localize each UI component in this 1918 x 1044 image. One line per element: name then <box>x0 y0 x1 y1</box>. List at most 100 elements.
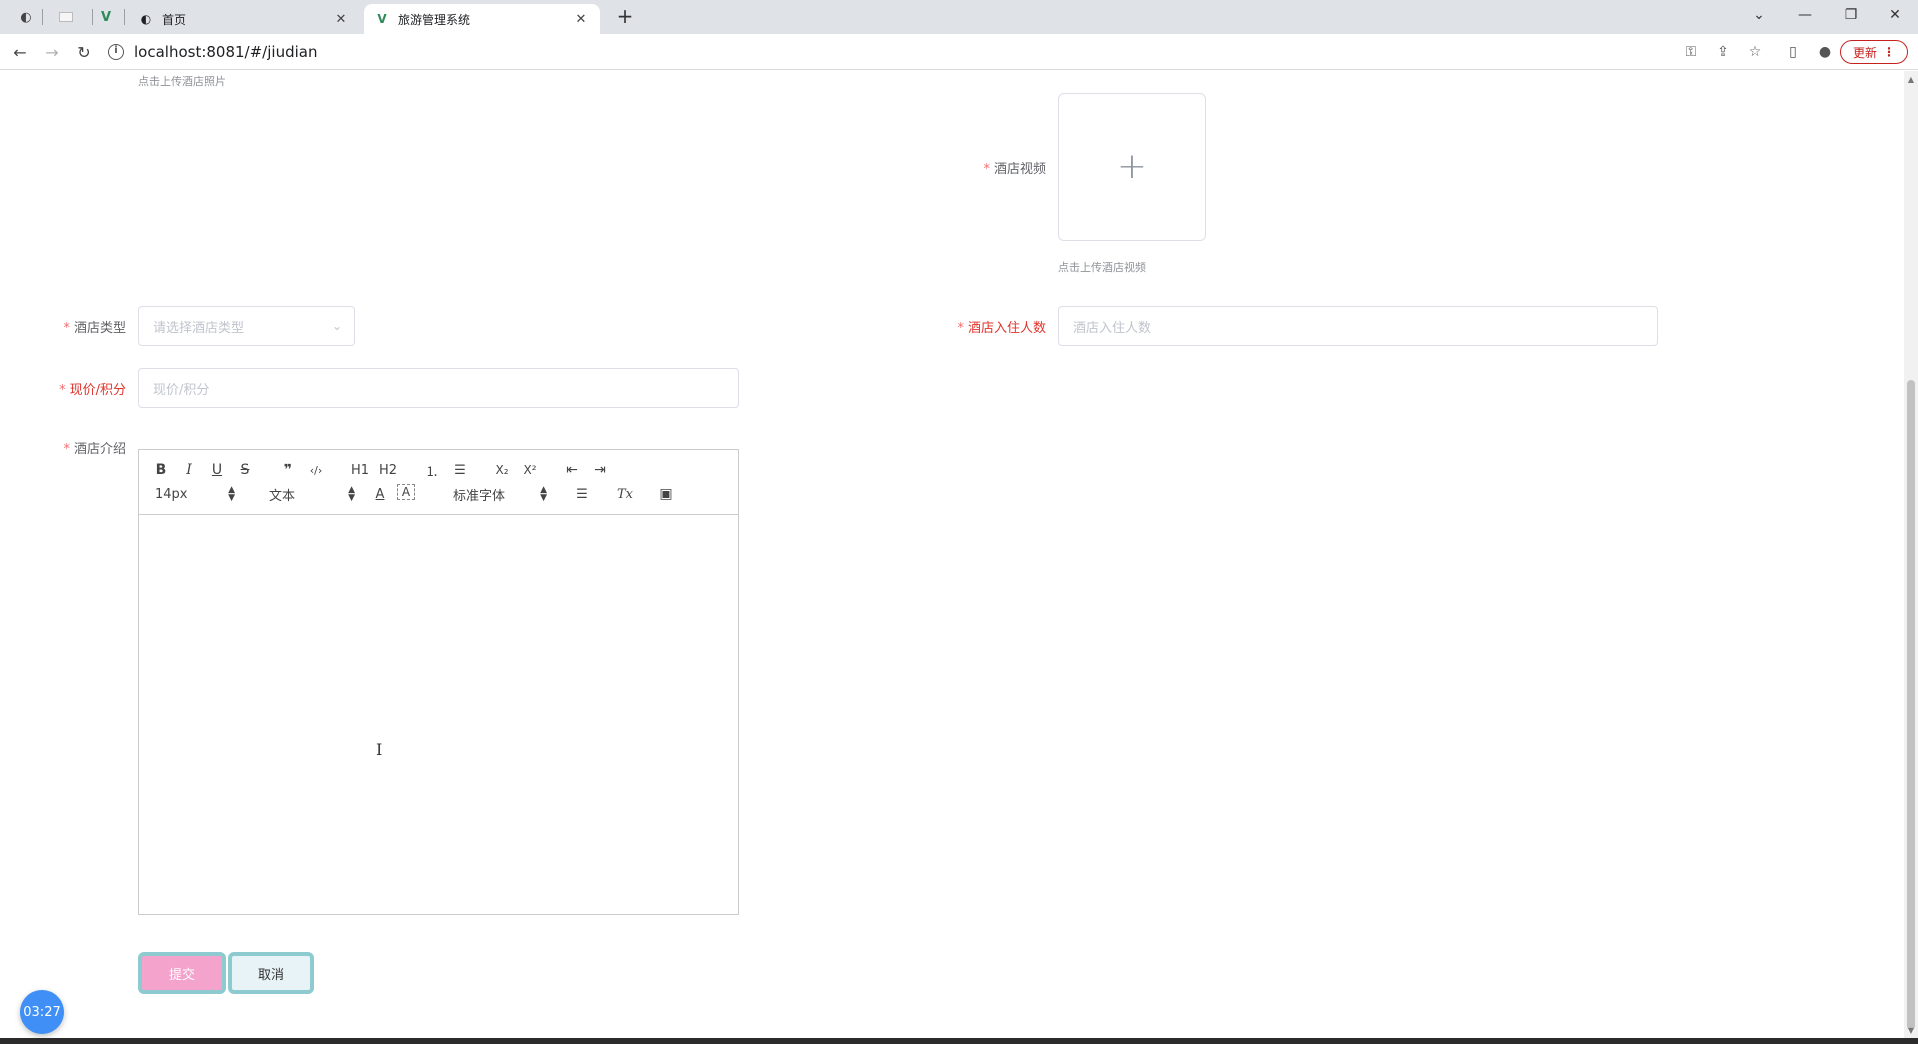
font-picker[interactable]: 标准字体 ▲ ▼ <box>453 484 547 504</box>
image-button[interactable]: ▣ <box>657 484 675 504</box>
font-picker-value: 标准字体 <box>453 488 506 504</box>
size-picker-value: 14px <box>155 486 188 502</box>
close-icon[interactable]: ✕ <box>572 10 590 28</box>
info-icon[interactable]: i <box>108 44 124 60</box>
more-icon: ⋮ <box>1883 45 1895 59</box>
new-tab-button[interactable]: + <box>612 6 638 28</box>
pinned-tab-blank[interactable] <box>52 6 80 28</box>
align-button[interactable]: ☰ <box>573 484 591 504</box>
close-window-button[interactable]: ✕ <box>1872 0 1918 30</box>
reload-button[interactable]: ↻ <box>72 40 96 64</box>
text-color-button[interactable]: A <box>371 484 389 504</box>
scroll-up-icon[interactable]: ▲ <box>1907 75 1915 84</box>
required-mark: * <box>59 383 66 398</box>
pinned-tab-globe[interactable]: ◐ <box>12 6 40 28</box>
price-label-text: 现价/积分 <box>69 383 126 398</box>
editor-toolbar: B I U S ❞ ‹/› H1 H2 ⒈ ☰ X₂ X² ⇤ ⇥ 14px ▲… <box>139 450 738 515</box>
scroll-down-icon[interactable]: ▼ <box>1907 1026 1915 1035</box>
taskbar-strip <box>0 1038 1918 1044</box>
background-color-button[interactable]: A <box>397 484 415 500</box>
scroll-thumb[interactable] <box>1907 380 1915 1030</box>
restore-button[interactable]: ❐ <box>1828 0 1874 30</box>
bold-button[interactable]: B <box>153 460 169 480</box>
timer-value: 03:27 <box>23 1004 61 1020</box>
price-label: * 现价/积分 <box>30 379 126 398</box>
capacity-input[interactable]: 酒店入住人数 <box>1058 306 1658 346</box>
update-label: 更新 <box>1852 45 1877 60</box>
pinned-tab-vue[interactable]: V <box>92 6 120 28</box>
header-1-button[interactable]: H1 <box>349 460 371 480</box>
tab-separator <box>42 9 43 25</box>
clean-format-button[interactable]: Tx <box>615 484 635 504</box>
timer-badge[interactable]: 03:27 <box>20 990 64 1034</box>
page-scrollbar[interactable]: ▲ ▼ <box>1904 71 1918 1038</box>
chevron-down-icon: ⌄ <box>331 319 342 333</box>
code-block-button[interactable]: ‹/› <box>305 460 327 480</box>
blockquote-button[interactable]: ❞ <box>279 460 297 480</box>
submit-button[interactable]: 提交 <box>138 952 226 994</box>
forward-button[interactable]: → <box>40 40 64 64</box>
blank-page-icon <box>59 12 73 22</box>
header-2-button[interactable]: H2 <box>377 460 399 480</box>
tab-search-chevron-icon[interactable]: ⌄ <box>1736 0 1782 30</box>
outdent-button[interactable]: ⇤ <box>563 460 581 480</box>
required-mark: * <box>63 442 70 457</box>
type-label: * 酒店类型 <box>30 317 126 336</box>
side-panel-icon[interactable]: ▯ <box>1782 41 1804 63</box>
header-picker[interactable]: 文本 ▲ ▼ <box>269 484 355 504</box>
rich-text-editor: B I U S ❞ ‹/› H1 H2 ⒈ ☰ X₂ X² ⇤ ⇥ 14px ▲… <box>138 449 739 915</box>
tab-bar: ◐ V ◐ 首页 ✕ V 旅游管理系统 ✕ + ⌄ — ❐ ✕ <box>0 0 1918 34</box>
back-button[interactable]: ← <box>8 40 32 64</box>
text-cursor-icon: I <box>376 740 383 759</box>
editor-content-area[interactable] <box>139 516 738 914</box>
capacity-label-text: 酒店入住人数 <box>967 321 1046 336</box>
bookmark-star-icon[interactable]: ☆ <box>1744 41 1766 63</box>
update-button[interactable]: 更新 ⋮ <box>1839 40 1908 64</box>
video-label-text: 酒店视频 <box>993 162 1046 177</box>
tab-title: 首页 <box>162 12 187 27</box>
tab-travel-system[interactable]: V 旅游管理系统 ✕ <box>364 4 600 34</box>
bullet-list-button[interactable]: ☰ <box>451 460 469 480</box>
updown-arrow-icon: ▲ ▼ <box>228 485 235 503</box>
close-icon[interactable]: ✕ <box>332 10 350 28</box>
plus-icon: + <box>1116 146 1148 187</box>
hotel-type-select[interactable]: 请选择酒店类型 ⌄ <box>138 306 355 346</box>
share-icon[interactable]: ⇪ <box>1712 41 1734 63</box>
tab-title: 旅游管理系统 <box>398 12 471 27</box>
minimize-button[interactable]: — <box>1782 0 1828 30</box>
indent-button[interactable]: ⇥ <box>591 460 609 480</box>
capacity-placeholder: 酒店入住人数 <box>1073 320 1152 336</box>
italic-button[interactable]: I <box>181 460 197 480</box>
header-picker-value: 文本 <box>269 488 296 504</box>
type-label-text: 酒店类型 <box>73 321 126 336</box>
globe-icon: ◐ <box>20 9 32 25</box>
url-text: localhost:8081/#/jiudian <box>134 43 318 61</box>
browser-toolbar: ← → ↻ i localhost:8081/#/jiudian ⚿ ⇪ ☆ ▯… <box>0 34 1918 70</box>
size-picker[interactable]: 14px ▲ ▼ <box>155 484 235 504</box>
key-icon[interactable]: ⚿ <box>1680 41 1702 63</box>
cancel-button[interactable]: 取消 <box>228 952 314 994</box>
photo-upload-hint: 点击上传酒店照片 <box>138 75 226 88</box>
submit-label: 提交 <box>168 967 195 983</box>
superscript-button[interactable]: X² <box>519 460 541 480</box>
strike-button[interactable]: S <box>237 460 253 480</box>
intro-label: * 酒店介绍 <box>30 438 126 457</box>
video-label: * 酒店视频 <box>950 158 1046 177</box>
updown-arrow-icon: ▲ ▼ <box>348 485 355 503</box>
address-bar[interactable]: i localhost:8081/#/jiudian <box>108 38 1648 66</box>
underline-button[interactable]: U <box>209 460 225 480</box>
required-mark: * <box>63 321 70 336</box>
vue-logo-icon: V <box>377 12 387 26</box>
video-upload-box[interactable]: + <box>1058 93 1206 241</box>
capacity-label: * 酒店入住人数 <box>900 317 1046 336</box>
subscript-button[interactable]: X₂ <box>491 460 513 480</box>
tab-home[interactable]: ◐ 首页 ✕ <box>128 4 360 34</box>
ordered-list-button[interactable]: ⒈ <box>423 460 441 480</box>
required-mark: * <box>957 321 964 336</box>
intro-label-text: 酒店介绍 <box>73 442 126 457</box>
type-placeholder: 请选择酒店类型 <box>153 320 245 336</box>
price-placeholder: 现价/积分 <box>153 382 210 398</box>
cancel-label: 取消 <box>257 967 284 983</box>
profile-avatar-icon[interactable]: ● <box>1814 41 1836 63</box>
price-input[interactable]: 现价/积分 <box>138 368 739 408</box>
